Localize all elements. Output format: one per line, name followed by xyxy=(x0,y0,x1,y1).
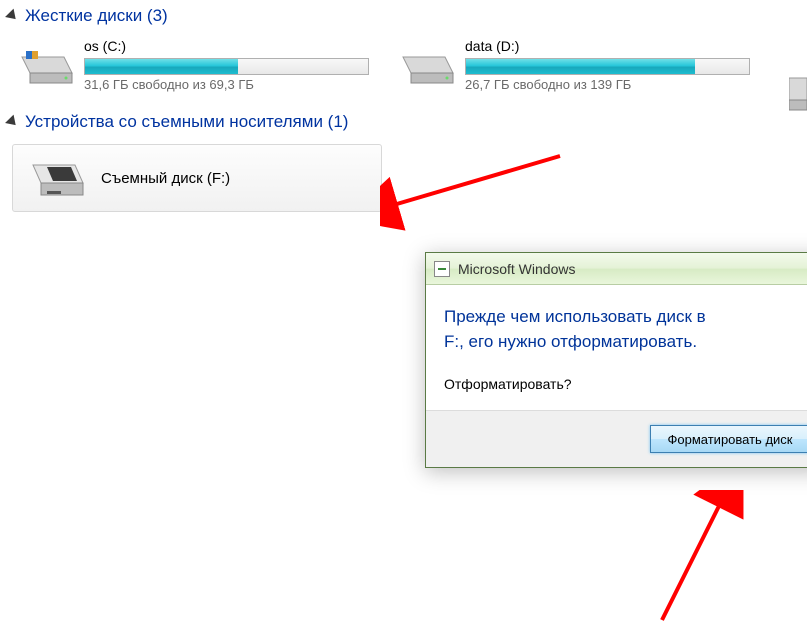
hard-drives-section: Жесткие диски (3) os (C:) 31,6 Г xyxy=(0,0,807,106)
hard-disk-icon xyxy=(399,43,457,87)
format-disk-button[interactable]: Форматировать диск xyxy=(650,425,807,453)
hard-disk-icon xyxy=(18,43,76,87)
dialog-body: Прежде чем использовать диск в F:, его н… xyxy=(426,285,807,410)
removable-header[interactable]: Устройства со съемными носителями (1) xyxy=(0,106,807,138)
format-dialog: Microsoft Windows Прежде чем использоват… xyxy=(425,252,807,468)
drive-d-item[interactable]: data (D:) 26,7 ГБ свободно из 139 ГБ xyxy=(399,38,750,92)
dialog-title: Microsoft Windows xyxy=(458,261,575,277)
expand-arrow-icon xyxy=(5,115,20,130)
drive-d-free-text: 26,7 ГБ свободно из 139 ГБ xyxy=(465,77,750,92)
expand-arrow-icon xyxy=(5,9,20,24)
drive-c-label: os (C:) xyxy=(84,38,369,56)
dialog-question: Отформатировать? xyxy=(444,376,806,392)
drive-c-info: os (C:) 31,6 ГБ свободно из 69,3 ГБ xyxy=(84,38,369,92)
drive-d-capacity-fill xyxy=(466,59,695,74)
drive-c-free-text: 31,6 ГБ свободно из 69,3 ГБ xyxy=(84,77,369,92)
dialog-titlebar[interactable]: Microsoft Windows xyxy=(426,253,807,285)
removable-row: Съемный диск (F:) xyxy=(0,138,807,218)
annotation-arrow-2 xyxy=(612,490,772,640)
drive-d-label: data (D:) xyxy=(465,38,750,56)
drive-d-info: data (D:) 26,7 ГБ свободно из 139 ГБ xyxy=(465,38,750,92)
removable-disk-icon xyxy=(27,155,87,201)
removable-disk-f-item[interactable]: Съемный диск (F:) xyxy=(12,144,382,212)
drive-c-item[interactable]: os (C:) 31,6 ГБ свободно из 69,3 ГБ xyxy=(18,38,369,92)
hard-drives-header[interactable]: Жесткие диски (3) xyxy=(0,0,807,32)
hard-drives-row: os (C:) 31,6 ГБ свободно из 69,3 ГБ data… xyxy=(0,32,807,106)
drive-d-capacity-bar xyxy=(465,58,750,75)
dialog-message-line2: F:, его нужно отформатировать. xyxy=(444,332,697,351)
removable-title: Устройства со съемными носителями (1) xyxy=(25,112,348,132)
dialog-message: Прежде чем использовать диск в F:, его н… xyxy=(444,305,806,354)
dialog-button-bar: Форматировать диск xyxy=(426,410,807,467)
partial-drive-icon xyxy=(789,68,807,114)
removable-disk-label: Съемный диск (F:) xyxy=(101,170,230,187)
dialog-system-icon xyxy=(434,261,450,277)
removable-section: Устройства со съемными носителями (1) Съ… xyxy=(0,106,807,218)
dialog-message-line1: Прежде чем использовать диск в xyxy=(444,307,706,326)
drive-c-capacity-fill xyxy=(85,59,238,74)
drive-c-capacity-bar xyxy=(84,58,369,75)
hard-drives-title: Жесткие диски (3) xyxy=(25,6,168,26)
